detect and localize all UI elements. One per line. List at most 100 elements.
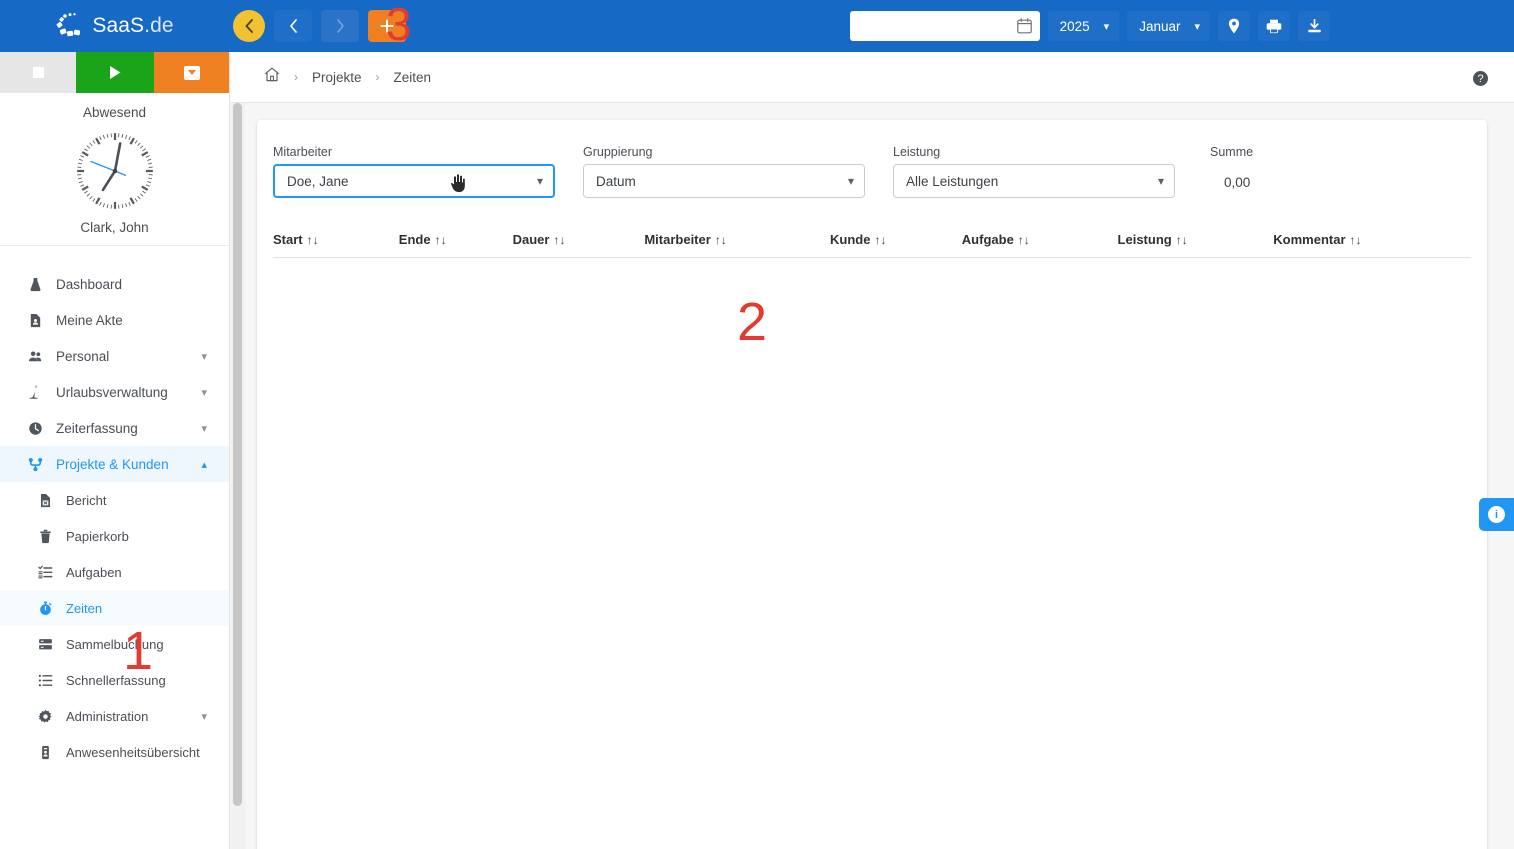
collapse-sidebar-button[interactable] (233, 10, 265, 42)
sidebar-item-administration[interactable]: Administration ▾ (0, 698, 229, 734)
sidebar-item-label: Papierkorb (66, 528, 129, 544)
content-scrollbar[interactable] (231, 103, 245, 849)
sidebar-item-meine-akte[interactable]: Meine Akte (0, 302, 229, 338)
home-icon (264, 67, 280, 82)
sidebar-item-label: Meine Akte (56, 312, 123, 328)
sort-toggle-icon[interactable]: ↑↓ (715, 233, 727, 247)
times-card: Mitarbeiter Doe, Jane ▾ 2 Gruppierung Da… (257, 120, 1487, 849)
gruppierung-label: Gruppierung (583, 145, 653, 159)
sort-toggle-icon[interactable]: ↑↓ (553, 233, 565, 247)
month-select[interactable]: Januar ▾ (1127, 11, 1210, 41)
sidebar: Abwesend Clark, John Dashboard Meine Akte… (0, 52, 230, 849)
file-person-icon (28, 313, 50, 328)
location-pin-icon (1228, 18, 1240, 34)
breadcrumb-home-link[interactable] (264, 67, 280, 87)
breadcrumb-item-zeiten[interactable]: Zeiten (394, 70, 432, 85)
main-content-area: Mitarbeiter Doe, Jane ▾ 2 Gruppierung Da… (231, 103, 1514, 849)
clock-icon (28, 421, 50, 436)
sidebar-item-aufgaben[interactable]: Aufgaben (0, 554, 229, 590)
sidebar-item-urlaubsverwaltung[interactable]: Urlaubsverwaltung ▾ (0, 374, 229, 410)
date-input[interactable] (849, 11, 1040, 41)
tracking-options-button[interactable] (154, 52, 229, 93)
sort-toggle-icon[interactable]: ↑↓ (1176, 233, 1188, 247)
year-select[interactable]: 2025 ▾ (1047, 11, 1120, 41)
chevron-down-icon: ▾ (1103, 20, 1110, 33)
leistung-select[interactable]: Alle Leistungen ▾ (893, 164, 1175, 198)
sidebar-item-personal[interactable]: Personal ▾ (0, 338, 229, 374)
logo-text: SaaS.de (92, 14, 174, 37)
people-icon (28, 349, 50, 364)
dashboard-icon (30, 277, 41, 291)
gruppierung-select[interactable]: Datum ▾ (583, 164, 865, 198)
table-header-kommentar[interactable]: Kommentar ↑↓ (1273, 226, 1471, 258)
start-tracking-button[interactable] (76, 52, 154, 93)
table-header-kunde[interactable]: Kunde ↑↓ (830, 226, 962, 258)
sidebar-item-zeiterfassung[interactable]: Zeiterfassung ▾ (0, 410, 229, 446)
download-button[interactable] (1298, 11, 1330, 41)
stop-tracking-button[interactable] (0, 52, 76, 93)
sort-toggle-icon[interactable]: ↑↓ (307, 233, 319, 247)
chevron-down-icon: ▾ (847, 174, 854, 188)
id-badge-icon (38, 745, 60, 760)
download-icon (1307, 18, 1321, 32)
history-back-button[interactable] (274, 10, 312, 42)
app-logo[interactable]: SaaS.de (0, 0, 230, 52)
table-header-ende[interactable]: Ende ↑↓ (398, 226, 513, 258)
sort-toggle-icon[interactable]: ↑↓ (1018, 233, 1030, 247)
user-name-label: Clark, John (80, 220, 149, 235)
month-value: Januar (1139, 18, 1181, 34)
summe-label: Summe (1210, 145, 1254, 159)
breadcrumb-separator: › (294, 70, 298, 84)
task-list-icon (38, 565, 60, 580)
stop-square-icon (32, 67, 44, 78)
info-side-tab[interactable]: i (1479, 498, 1514, 531)
user-status-label: Abwesend (82, 105, 147, 120)
filter-mitarbeiter: Mitarbeiter Doe, Jane ▾ 2 (273, 145, 767, 349)
sidebar-item-anwesenheitsübersicht[interactable]: Anwesenheitsübersicht (0, 734, 229, 770)
print-button[interactable] (1258, 11, 1290, 41)
sidebar-item-papierkorb[interactable]: Papierkorb (0, 518, 229, 554)
sort-toggle-icon[interactable]: ↑↓ (1350, 233, 1362, 247)
table-header-dauer[interactable]: Dauer ↑↓ (512, 226, 645, 258)
project-tree-icon (28, 457, 50, 472)
mitarbeiter-select[interactable]: Doe, Jane ▾ (273, 164, 555, 198)
sidebar-item-label: Dashboard (56, 276, 123, 292)
info-circle-icon: i (1488, 506, 1505, 523)
sidebar-item-zeiten[interactable]: Zeiten (0, 590, 229, 626)
scrollbar-thumb[interactable] (233, 103, 242, 806)
task-list-icon (38, 565, 53, 578)
add-entry-button[interactable] (368, 10, 406, 42)
sidebar-item-projekte-kunden[interactable]: Projekte & Kunden ▴ (0, 446, 229, 482)
sidebar-item-sammelbuchung[interactable]: Sammelbuchung (0, 626, 229, 662)
filter-gruppierung: Gruppierung Datum ▾ (583, 145, 865, 198)
sort-toggle-icon[interactable]: ↑↓ (874, 233, 886, 247)
year-value: 2025 (1059, 18, 1090, 34)
table-header-label: Kommentar (1273, 232, 1346, 247)
table-header-start[interactable]: Start ↑↓ (273, 226, 399, 258)
sidebar-item-bericht[interactable]: Bericht (0, 482, 229, 518)
sidebar-item-label: Zeiten (66, 600, 103, 616)
mitarbeiter-label: Mitarbeiter (273, 145, 333, 159)
sort-toggle-icon[interactable]: ↑↓ (435, 233, 447, 247)
help-icon[interactable]: ? (1473, 71, 1488, 86)
sidebar-item-label: Administration (66, 708, 149, 724)
list-icon (38, 673, 60, 688)
breadcrumb-item-projekte[interactable]: Projekte (312, 70, 362, 85)
time-tracking-controls (0, 52, 229, 93)
filters-row: Mitarbeiter Doe, Jane ▾ 2 Gruppierung Da… (273, 145, 1471, 349)
sidebar-item-schnellerfassung[interactable]: Schnellerfassung (0, 662, 229, 698)
sidebar-item-dashboard[interactable]: Dashboard (0, 266, 229, 302)
mitarbeiter-value: Doe, Jane (287, 173, 349, 189)
table-header-label: Start (273, 232, 303, 247)
table-header-leistung[interactable]: Leistung ↑↓ (1117, 226, 1274, 258)
stacked-rows-icon (38, 637, 60, 652)
location-button[interactable] (1218, 11, 1250, 41)
leistung-label: Leistung (893, 145, 941, 159)
gruppierung-value: Datum (596, 173, 636, 189)
table-header-aufgabe[interactable]: Aufgabe ↑↓ (961, 226, 1118, 258)
history-forward-button[interactable] (321, 10, 359, 42)
stopwatch-icon (40, 601, 52, 615)
sidebar-item-label: Projekte & Kunden (56, 456, 169, 472)
sidebar-item-label: Urlaubsverwaltung (56, 384, 168, 400)
table-header-mitarbeiter[interactable]: Mitarbeiter ↑↓ (644, 226, 831, 258)
